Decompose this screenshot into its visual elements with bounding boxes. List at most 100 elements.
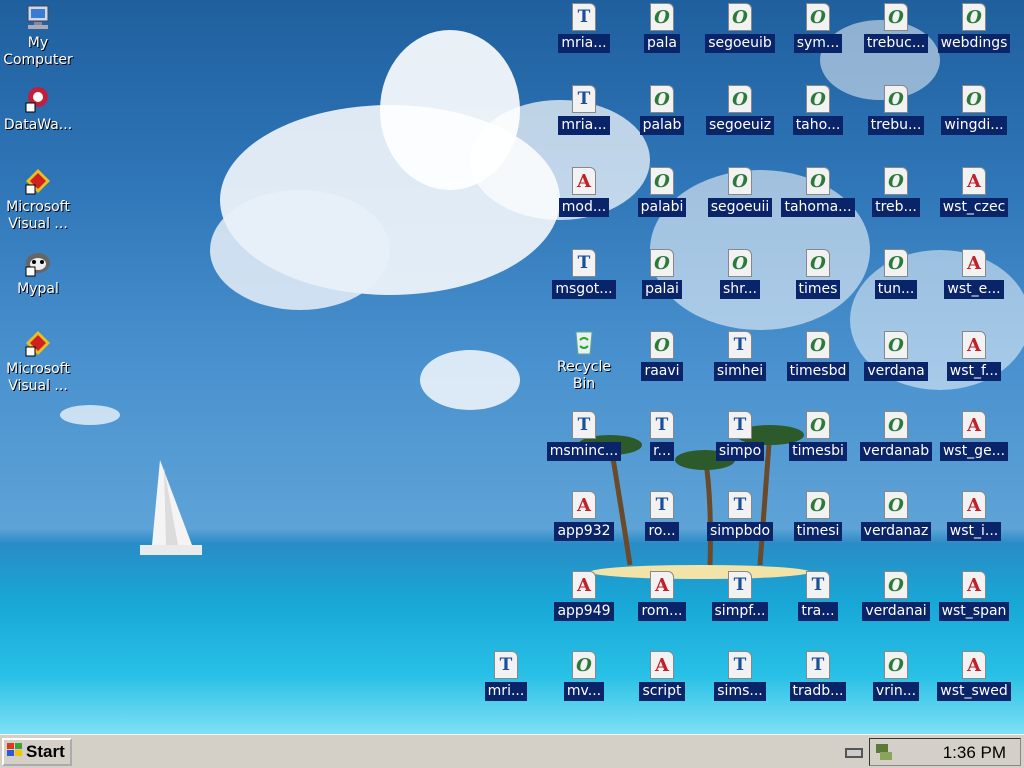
font-file-icon: O <box>804 166 832 196</box>
shortcut-computer[interactable]: My Computer <box>0 2 76 70</box>
font-file[interactable]: Awst_e... <box>936 248 1012 299</box>
font-file[interactable]: Otimesbd <box>780 330 856 381</box>
font-file-icon: T <box>492 650 520 680</box>
font-file[interactable]: Overdanai <box>858 570 934 621</box>
font-file[interactable]: Otimes <box>780 248 856 299</box>
font-file[interactable]: Aapp932 <box>546 490 622 541</box>
font-file[interactable]: Overdanab <box>858 410 934 461</box>
font-file[interactable]: Osegoeuiz <box>702 84 778 135</box>
shortcut-datawave[interactable]: DataWa... <box>0 84 76 135</box>
font-file[interactable]: Osegoeuii <box>702 166 778 217</box>
font-file[interactable]: Tmsminc... <box>546 410 622 461</box>
icon-label: segoeuib <box>705 34 775 53</box>
start-button[interactable]: Start <box>2 738 72 766</box>
font-file[interactable]: Awst_ge... <box>936 410 1012 461</box>
font-file[interactable]: Awst_czec <box>936 166 1012 217</box>
icon-label: shr... <box>720 280 760 299</box>
font-file[interactable]: Otaho... <box>780 84 856 135</box>
shortcut-visual-studio[interactable]: Microsoft Visual ... <box>0 328 76 396</box>
font-file[interactable]: Otrebuc... <box>858 2 934 53</box>
shortcut-mypal[interactable]: Mypal <box>0 248 76 299</box>
font-file-icon: O <box>960 2 988 32</box>
clock[interactable]: 1:36 PM <box>943 743 1006 763</box>
icon-label: mria... <box>558 116 610 135</box>
font-file[interactable]: Ttradb... <box>780 650 856 701</box>
font-file[interactable]: Opalab <box>624 84 700 135</box>
font-file-icon: O <box>882 330 910 360</box>
font-file[interactable]: Osym... <box>780 2 856 53</box>
desktop: My Computer DataWa... Microsoft Visual ...… <box>0 0 1024 734</box>
font-file-icon: T <box>726 650 754 680</box>
font-file[interactable]: Osegoeuib <box>702 2 778 53</box>
icon-label: tra... <box>798 602 838 621</box>
font-file[interactable]: Opala <box>624 2 700 53</box>
font-file[interactable]: Tmsgot... <box>546 248 622 299</box>
mypal-icon <box>25 253 50 277</box>
font-file[interactable]: Otreb... <box>858 166 934 217</box>
font-file[interactable]: Tr... <box>624 410 700 461</box>
font-file[interactable]: Otrebu... <box>858 84 934 135</box>
icon-label: wst_span <box>938 602 1010 621</box>
font-file[interactable]: Overdanaz <box>858 490 934 541</box>
font-file[interactable]: Oraavi <box>624 330 700 381</box>
font-file[interactable]: Owebdings <box>936 2 1012 53</box>
font-file[interactable]: Tsimpf... <box>702 570 778 621</box>
font-file[interactable]: Tmria... <box>546 2 622 53</box>
font-file-icon: T <box>648 490 676 520</box>
recycle-bin[interactable]: Recycle Bin <box>546 326 622 394</box>
font-file-icon: O <box>882 2 910 32</box>
shortcut-visual-studio[interactable]: Microsoft Visual ... <box>0 166 76 234</box>
icon-label: timesi <box>793 522 843 541</box>
font-file-icon: T <box>804 570 832 600</box>
network-icon[interactable] <box>874 742 894 766</box>
icon-label: app932 <box>554 522 614 541</box>
font-file[interactable]: Awst_f... <box>936 330 1012 381</box>
font-file[interactable]: Ascript <box>624 650 700 701</box>
font-file[interactable]: Overdana <box>858 330 934 381</box>
font-file[interactable]: Awst_swed <box>936 650 1012 701</box>
font-file-icon: A <box>570 570 598 600</box>
font-file-icon: T <box>726 330 754 360</box>
icon-label: Microsoft Visual ... <box>6 199 70 232</box>
font-file[interactable]: Tro... <box>624 490 700 541</box>
font-file[interactable]: Amod... <box>546 166 622 217</box>
keyboard-icon[interactable] <box>844 744 864 764</box>
font-file[interactable]: Ovrin... <box>858 650 934 701</box>
font-file[interactable]: Awst_span <box>936 570 1012 621</box>
font-file-icon: T <box>648 410 676 440</box>
font-file[interactable]: Tsimpo <box>702 410 778 461</box>
font-file-icon: A <box>960 410 988 440</box>
font-file[interactable]: Tmria... <box>546 84 622 135</box>
visual-studio-icon <box>24 328 52 358</box>
font-file-icon: O <box>570 650 598 680</box>
font-file[interactable]: Opalabi <box>624 166 700 217</box>
font-file-icon: A <box>960 490 988 520</box>
icon-label: wst_ge... <box>939 442 1009 461</box>
font-file-icon: O <box>882 166 910 196</box>
font-file[interactable]: Oshr... <box>702 248 778 299</box>
font-file[interactable]: Arom... <box>624 570 700 621</box>
visual-studio-icon <box>24 166 52 196</box>
font-file[interactable]: Otahoma... <box>780 166 856 217</box>
font-file[interactable]: Tsims... <box>702 650 778 701</box>
font-file[interactable]: Owingdi... <box>936 84 1012 135</box>
font-file[interactable]: Otun... <box>858 248 934 299</box>
font-file[interactable]: Tsimpbdo <box>702 490 778 541</box>
font-file[interactable]: Omv... <box>546 650 622 701</box>
font-file-icon: A <box>648 570 676 600</box>
font-file[interactable]: Otimesbi <box>780 410 856 461</box>
icon-label: palabi <box>637 198 687 217</box>
font-file[interactable]: Aapp949 <box>546 570 622 621</box>
icon-label: timesbi <box>789 442 847 461</box>
font-file-icon: O <box>648 330 676 360</box>
icon-label: simpf... <box>711 602 769 621</box>
icon-label: verdanab <box>859 442 933 461</box>
font-file[interactable]: Tmri... <box>468 650 544 701</box>
font-file[interactable]: Ttra... <box>780 570 856 621</box>
icon-label: taho... <box>792 116 844 135</box>
font-file[interactable]: Awst_i... <box>936 490 1012 541</box>
font-file[interactable]: Tsimhei <box>702 330 778 381</box>
font-file-icon: A <box>570 166 598 196</box>
font-file[interactable]: Otimesi <box>780 490 856 541</box>
font-file[interactable]: Opalai <box>624 248 700 299</box>
